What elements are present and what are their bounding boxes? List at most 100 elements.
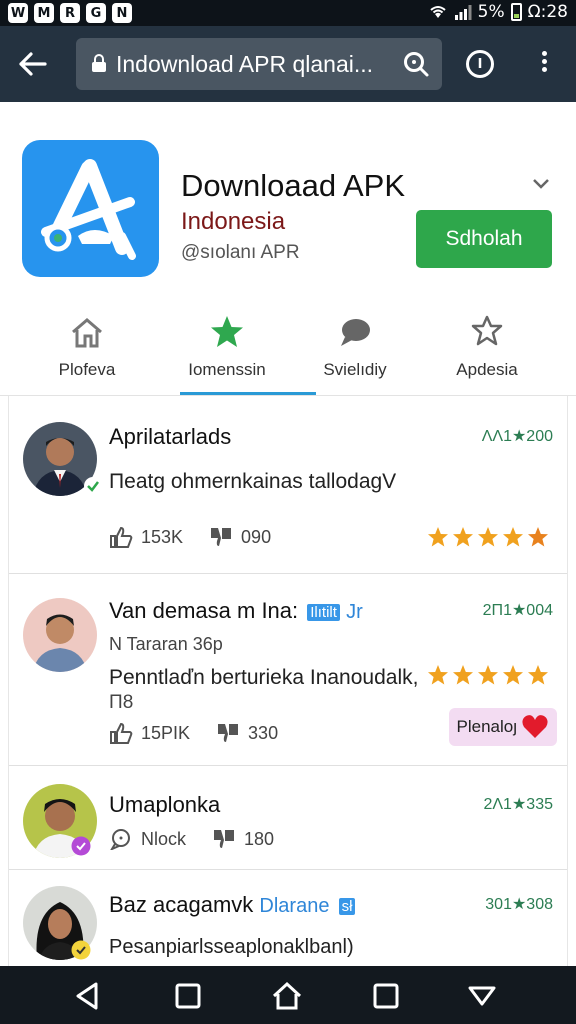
nav-back-icon[interactable] — [72, 980, 104, 1012]
reaction-pill[interactable]: Plenaloȷ — [448, 708, 557, 746]
nav-down-icon[interactable] — [466, 980, 498, 1012]
dislikes-count: 330 — [248, 722, 279, 743]
search-icon[interactable] — [402, 50, 430, 78]
dislikes-count: 090 — [241, 526, 272, 547]
review-meta: 2Π1★004 — [482, 602, 553, 619]
star-icon — [478, 665, 498, 685]
status-badge-icon — [71, 940, 91, 960]
star-icon — [503, 665, 523, 685]
review-item: Aprilatarlads ΛΛ1★200 Πeatg ohmernkainas… — [9, 396, 567, 574]
tab-count-icon[interactable] — [466, 50, 494, 78]
tab-iomenssin[interactable]: Iomenssin — [160, 300, 316, 396]
review-item: Van demasa m Ina: Ilıtilt Jr 2Π1★004 N T… — [9, 574, 567, 766]
review-item: Umaplonka 2Λ1★335 Nlock 180 — [9, 766, 567, 870]
thumbs-up-icon[interactable] — [109, 722, 133, 744]
name-tag: sł — [338, 897, 356, 915]
browser-toolbar: Indownload APR qlanai... — [0, 26, 576, 102]
badge-icon — [471, 315, 503, 346]
star-icon — [528, 665, 548, 685]
tab-label: Iomenssin — [188, 360, 266, 379]
tab-apdesia[interactable]: Apdesia — [420, 300, 554, 396]
star-icon — [453, 665, 473, 685]
menu-dots-icon[interactable] — [530, 48, 558, 80]
tab-label: Svielıdiy — [323, 360, 387, 379]
star-icon — [503, 527, 523, 547]
star-icon — [211, 316, 243, 347]
chevron-down-icon[interactable] — [530, 172, 552, 194]
review-stats: Nlock 180 — [109, 828, 274, 850]
lock-icon — [92, 54, 106, 72]
review-stats: 15PIK 330 — [109, 722, 278, 744]
pill-label: Plenaloȷ — [456, 717, 518, 736]
avatar[interactable] — [23, 598, 97, 672]
nav-home-icon[interactable] — [271, 980, 303, 1012]
name-tag: Ilıtilt — [307, 603, 340, 621]
tab-svielidiy[interactable]: Svielıdiy — [288, 300, 422, 396]
reviewer-name: Baz acagamvk Dlarane sł — [109, 892, 356, 918]
review-meta: 2Λ1★335 — [483, 796, 553, 813]
home-icon — [72, 318, 102, 348]
battery-icon — [510, 3, 522, 21]
signal-icon — [454, 5, 472, 20]
reviewer-name: Umaplonka — [109, 792, 221, 817]
tab-plofeva[interactable]: Plofeva — [20, 300, 154, 396]
name-tag-text: Jr — [346, 601, 363, 623]
review-stats: 153K 090 — [109, 526, 271, 548]
nav-recents-icon[interactable] — [370, 980, 402, 1012]
review-subline: N Tararan 36p — [109, 634, 223, 654]
heart-icon — [522, 715, 548, 738]
app-logo-icon — [22, 140, 159, 277]
comment-icon[interactable] — [109, 828, 133, 850]
review-item: Baz acagamvk Dlarane sł 301★308 Pesanpia… — [9, 870, 567, 966]
review-text: Pesanpiarlsseaplonaklbanl) — [109, 936, 354, 958]
wifi-icon — [430, 6, 446, 18]
install-button[interactable]: Sdholah — [416, 210, 552, 268]
dislikes-count: 180 — [244, 828, 275, 849]
notification-icon-2: M — [34, 3, 54, 23]
chat-icon — [341, 319, 370, 346]
back-arrow-icon[interactable] — [12, 46, 52, 82]
review-text: Πeatg ohmernkainas tallodagV — [109, 470, 397, 493]
address-bar[interactable]: Indownload APR qlanai... — [76, 38, 442, 90]
review-text: Penntlaďn berturieka Inanoudalk, — [109, 666, 419, 689]
tab-label: Apdesia — [456, 360, 518, 379]
rating-stars — [427, 664, 549, 686]
tab-bar: Plofeva Iomenssin Svielıdiy Apdesia — [0, 300, 576, 396]
verified-badge-icon — [84, 477, 102, 495]
likes-count: 153K — [141, 526, 184, 547]
thumbs-down-icon[interactable] — [212, 828, 236, 850]
app-store-page: W M R G N 5% Ω:28 Indownload APR qlanai.… — [0, 0, 576, 1024]
star-icon — [478, 527, 498, 547]
rating-stars — [427, 526, 549, 548]
review-meta: 301★308 — [485, 896, 553, 913]
app-title: Downloaad APK — [181, 168, 406, 203]
comment-count: Nlock — [141, 828, 187, 849]
notification-icon-4: G — [86, 3, 106, 23]
star-icon — [428, 527, 448, 547]
notification-icon-3: R — [60, 3, 80, 23]
status-badge-icon — [71, 836, 91, 856]
review-list: Aprilatarlads ΛΛ1★200 Πeatg ohmernkainas… — [8, 396, 568, 966]
review-text-2: Π8 — [109, 692, 134, 713]
app-subtitle: Indonesia — [181, 208, 286, 235]
thumbs-down-icon[interactable] — [216, 722, 240, 744]
url-text: Indownload APR qlanai... — [116, 51, 374, 77]
clock: Ω:28 — [527, 2, 568, 22]
nav-square-icon[interactable] — [172, 980, 204, 1012]
reviewer-name: Aprilatarlads — [109, 424, 232, 449]
notification-icon-1: W — [8, 3, 28, 23]
reviewer-name: Van demasa m Ina: Ilıtilt Jr — [109, 598, 363, 623]
battery-percent: 5% — [477, 2, 505, 22]
notification-icon-5: N — [112, 3, 132, 23]
star-icon — [428, 665, 448, 685]
star-icon — [528, 527, 548, 547]
status-bar: W M R G N 5% Ω:28 — [0, 0, 576, 26]
tab-label: Plofeva — [58, 360, 116, 379]
likes-count: 15PIK — [141, 722, 191, 743]
thumbs-up-icon[interactable] — [109, 526, 133, 548]
review-meta: ΛΛ1★200 — [481, 428, 553, 445]
app-developer[interactable]: @sıolanı APR — [181, 242, 300, 264]
name-tag-text: Dlarane — [259, 895, 330, 917]
system-nav-bar — [0, 966, 576, 1024]
thumbs-down-icon[interactable] — [209, 526, 233, 548]
